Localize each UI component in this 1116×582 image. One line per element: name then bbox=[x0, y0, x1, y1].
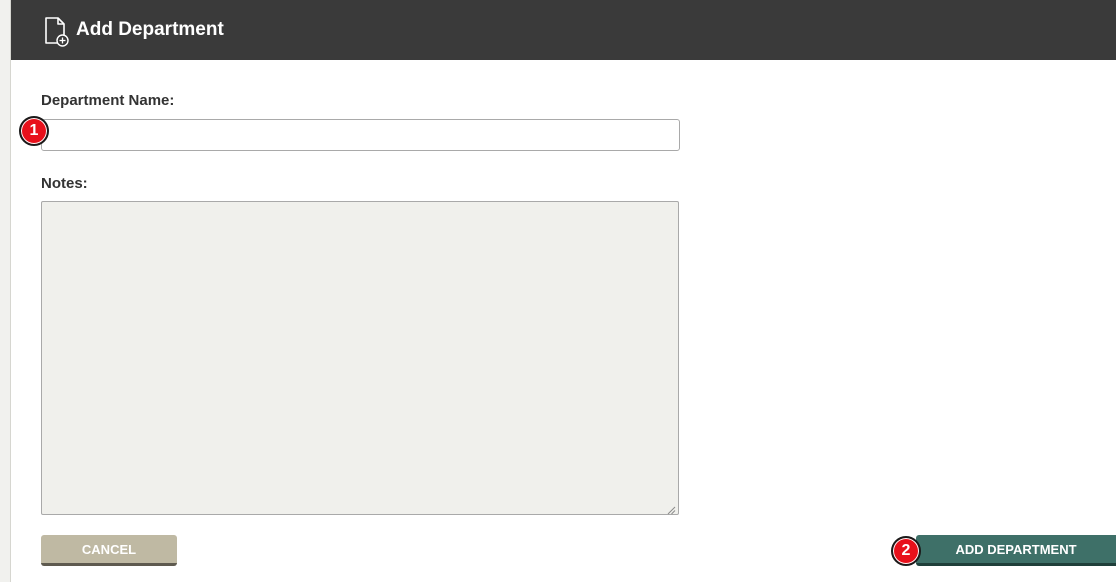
step-marker-1: 1 bbox=[19, 116, 49, 146]
department-name-input[interactable] bbox=[41, 119, 680, 151]
notes-textarea[interactable] bbox=[41, 201, 679, 515]
add-department-button[interactable]: ADD DEPARTMENT bbox=[916, 535, 1116, 566]
add-department-dialog: Add Department Department Name: Notes: C… bbox=[11, 0, 1116, 582]
step-marker-2: 2 bbox=[891, 536, 921, 566]
background-page-edge bbox=[0, 0, 11, 582]
dialog-title: Add Department bbox=[76, 19, 224, 40]
department-name-label: Department Name: bbox=[41, 92, 175, 109]
cancel-button[interactable]: CANCEL bbox=[41, 535, 177, 566]
dialog-header: Add Department bbox=[11, 0, 1116, 60]
resize-grip-icon[interactable] bbox=[666, 502, 676, 515]
new-document-icon bbox=[43, 16, 71, 48]
notes-label: Notes: bbox=[41, 175, 88, 192]
